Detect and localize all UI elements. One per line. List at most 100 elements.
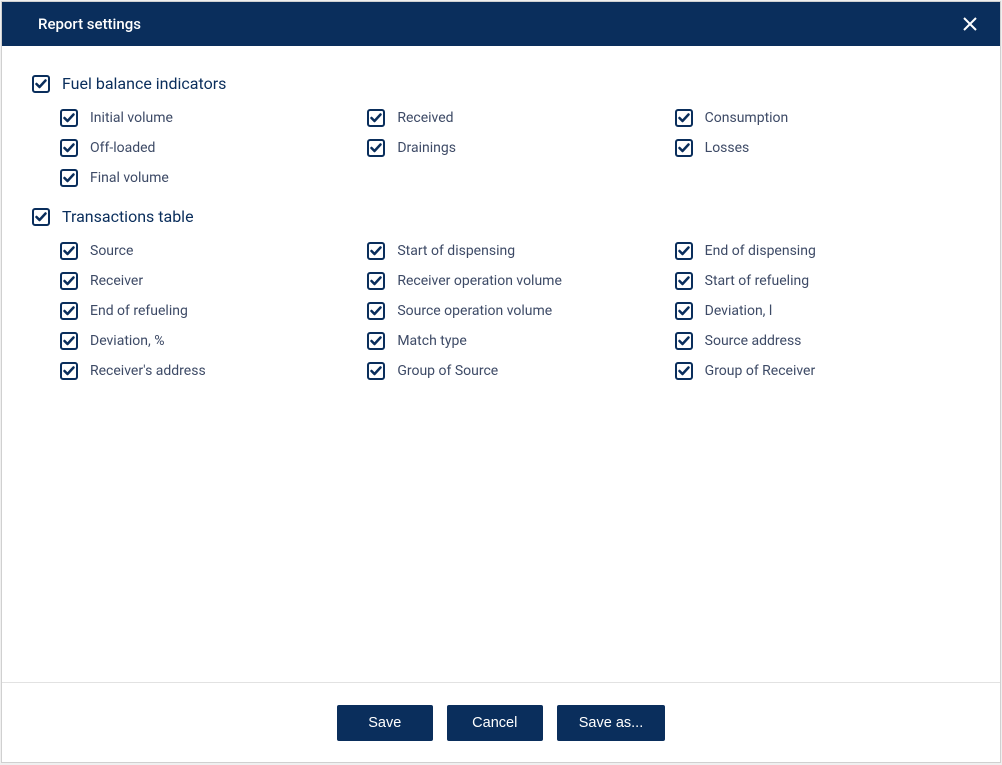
cb-row-source-address: Source address [675,332,970,350]
report-settings-dialog: Report settings Fuel balance indicators … [1,1,1001,763]
check-icon [678,336,690,346]
cb-row-start-refueling: Start of refueling [675,272,970,290]
checkbox-fuel-balance[interactable] [32,75,50,93]
checkbox[interactable] [675,272,693,290]
cb-label[interactable]: Receiver [90,273,143,289]
section-title-label: Fuel balance indicators [62,74,226,93]
cb-label[interactable]: Deviation, % [90,333,165,349]
check-icon [370,276,382,286]
cb-row-consumption: Consumption [675,109,970,127]
checkbox[interactable] [60,169,78,187]
checkbox[interactable] [675,109,693,127]
section-header: Transactions table [32,207,970,226]
save-button[interactable]: Save [337,705,433,741]
fuel-balance-items: Initial volume Received Consumption Off-… [32,109,970,187]
check-icon [370,113,382,123]
cb-row-off-loaded: Off-loaded [60,139,355,157]
checkbox[interactable] [367,332,385,350]
cb-row-receiver-op-volume: Receiver operation volume [367,272,662,290]
cb-row-deviation-l: Deviation, l [675,302,970,320]
cb-label[interactable]: Final volume [90,170,169,186]
cb-row-group-receiver: Group of Receiver [675,362,970,380]
check-icon [63,246,75,256]
checkbox[interactable] [675,362,693,380]
checkbox[interactable] [367,302,385,320]
check-icon [370,246,382,256]
cb-label[interactable]: Receiver operation volume [397,273,562,289]
check-icon [678,246,690,256]
checkbox[interactable] [675,332,693,350]
checkbox[interactable] [60,109,78,127]
cb-row-match-type: Match type [367,332,662,350]
cb-label[interactable]: Initial volume [90,110,173,126]
checkbox[interactable] [60,362,78,380]
check-icon [678,366,690,376]
cb-row-receiver: Receiver [60,272,355,290]
cb-row-source: Source [60,242,355,260]
checkbox[interactable] [675,302,693,320]
cb-label[interactable]: Off-loaded [90,140,155,156]
check-icon [678,143,690,153]
cb-label[interactable]: Source operation volume [397,303,552,319]
section-title-label: Transactions table [62,207,194,226]
cb-row-losses: Losses [675,139,970,157]
section-transactions: Transactions table Source Start of dispe… [32,207,970,380]
cb-label[interactable]: Group of Receiver [705,363,816,379]
section-header: Fuel balance indicators [32,74,970,93]
checkbox[interactable] [675,242,693,260]
cb-row-source-op-volume: Source operation volume [367,302,662,320]
transactions-items: Source Start of dispensing End of dispen… [32,242,970,380]
cb-label[interactable]: Source address [705,333,802,349]
checkbox[interactable] [675,139,693,157]
check-icon [678,276,690,286]
checkbox-transactions[interactable] [32,208,50,226]
check-icon [370,306,382,316]
cb-label[interactable]: Match type [397,333,466,349]
checkbox[interactable] [60,302,78,320]
cb-row-drainings: Drainings [367,139,662,157]
dialog-footer: Save Cancel Save as... [2,682,1000,762]
cb-label[interactable]: Receiver's address [90,363,206,379]
cancel-button[interactable]: Cancel [447,705,543,741]
cb-label[interactable]: Losses [705,140,750,156]
cb-label[interactable]: End of refueling [90,303,188,319]
cb-label[interactable]: End of dispensing [705,243,816,259]
checkbox[interactable] [60,272,78,290]
check-icon [63,366,75,376]
dialog-body: Fuel balance indicators Initial volume R… [2,46,1000,682]
close-icon [963,17,977,31]
check-icon [370,336,382,346]
cb-label[interactable]: Drainings [397,140,456,156]
checkbox[interactable] [367,242,385,260]
checkbox[interactable] [60,139,78,157]
checkbox[interactable] [367,109,385,127]
dialog-title: Report settings [38,15,141,33]
cb-label[interactable]: Deviation, l [705,303,773,319]
checkbox[interactable] [367,139,385,157]
close-button[interactable] [956,10,984,38]
cb-label[interactable]: Start of dispensing [397,243,515,259]
cb-label[interactable]: Received [397,110,453,126]
cb-row-deviation-pct: Deviation, % [60,332,355,350]
cb-row-end-refueling: End of refueling [60,302,355,320]
cb-label[interactable]: Start of refueling [705,273,809,289]
cb-label[interactable]: Source [90,243,133,259]
checkbox[interactable] [367,362,385,380]
cb-row-final-volume: Final volume [60,169,355,187]
checkbox[interactable] [60,242,78,260]
cb-row-initial-volume: Initial volume [60,109,355,127]
cb-row-end-dispensing: End of dispensing [675,242,970,260]
cb-label[interactable]: Consumption [705,110,789,126]
cb-row-start-dispensing: Start of dispensing [367,242,662,260]
checkbox[interactable] [60,332,78,350]
check-icon [63,276,75,286]
section-fuel-balance: Fuel balance indicators Initial volume R… [32,74,970,187]
cb-row-group-source: Group of Source [367,362,662,380]
cb-label[interactable]: Group of Source [397,363,498,379]
check-icon [678,113,690,123]
check-icon [63,143,75,153]
save-as-button[interactable]: Save as... [557,705,665,741]
titlebar: Report settings [2,2,1000,46]
checkbox[interactable] [367,272,385,290]
check-icon [63,336,75,346]
